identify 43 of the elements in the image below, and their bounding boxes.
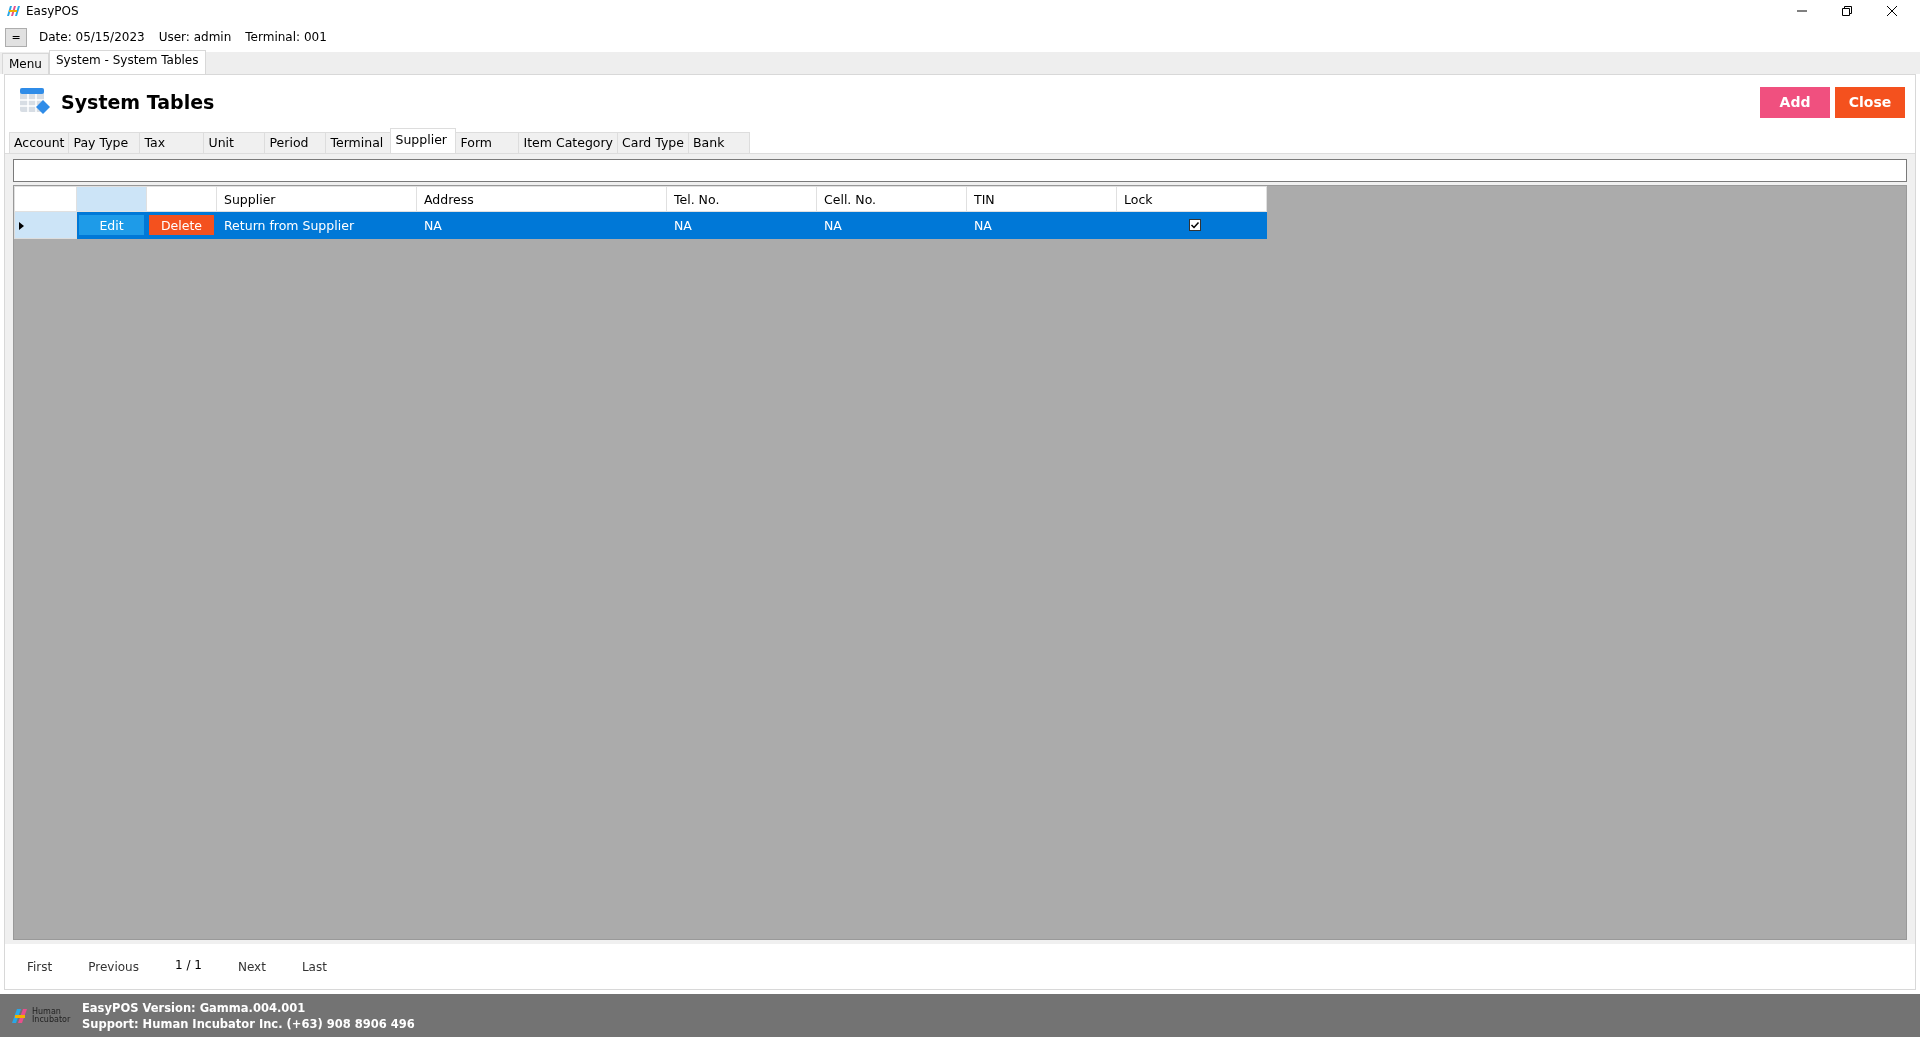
next-button[interactable]: Next: [237, 959, 266, 974]
search-field[interactable]: [13, 159, 1907, 182]
previous-button[interactable]: Previous: [88, 959, 139, 974]
logo-text: Human Incubator: [32, 1007, 72, 1024]
document-tab[interactable]: System - System Tables: [48, 50, 206, 74]
user-label: User: admin: [158, 30, 232, 44]
support-text: Support: Human Incubator Inc. (+63) 908 8906 496: [82, 1015, 415, 1032]
tab[interactable]: Card Type: [617, 132, 689, 153]
terminal-label: Terminal: 001: [245, 30, 327, 44]
window-title: EasyPOS: [26, 4, 80, 18]
column-header: Lock: [1116, 186, 1267, 212]
column-header: TIN: [966, 186, 1117, 212]
table-cell: NA: [416, 211, 667, 239]
table-cell: NA: [966, 211, 1117, 239]
page-indicator: 1 / 1: [175, 957, 202, 972]
tab[interactable]: Tax: [139, 132, 205, 153]
tab[interactable]: Account: [9, 132, 70, 153]
lock-checkbox[interactable]: [1189, 219, 1201, 231]
table-cell: NA: [816, 211, 967, 239]
first-button[interactable]: First: [27, 959, 53, 974]
tab[interactable]: Terminal: [325, 132, 392, 153]
column-header: Cell. No.: [816, 186, 967, 212]
app-logo-icon: [6, 5, 20, 17]
table-row[interactable]: Edit Delete Return from Supplier NA NA NA NA: [14, 211, 1267, 239]
table-cell: NA: [666, 211, 817, 239]
tab[interactable]: Item Category: [518, 132, 618, 153]
column-header: Tel. No.: [666, 186, 817, 212]
table-cell: Return from Supplier: [216, 211, 417, 239]
logo-icon: [12, 1008, 30, 1023]
tab[interactable]: Period: [264, 132, 327, 153]
current-row-icon: [19, 221, 24, 230]
version-text: EasyPOS Version: Gamma.004.001: [82, 999, 307, 1016]
column-header: Supplier: [216, 186, 417, 212]
tab[interactable]: Pay Type: [68, 132, 141, 153]
tab[interactable]: Bank: [688, 132, 750, 153]
column-header: Address: [416, 186, 667, 212]
document-tab[interactable]: Menu: [2, 53, 49, 74]
date-label: Date: 05/15/2023: [39, 30, 145, 44]
tab[interactable]: Unit: [203, 132, 266, 153]
menu-button[interactable]: =: [5, 27, 27, 47]
page-title: System Tables: [61, 91, 216, 113]
tab[interactable]: Form: [455, 132, 520, 153]
last-button[interactable]: Last: [301, 959, 327, 974]
